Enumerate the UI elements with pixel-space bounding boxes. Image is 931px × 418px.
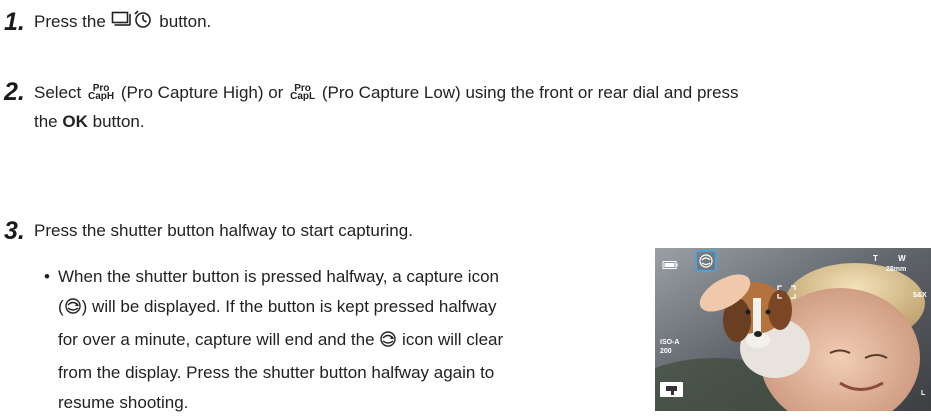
bullet-line-5: resume shooting. [58,393,189,412]
step-number: 2. [4,78,25,106]
pro-capture-high-icon: Pro CapH [87,84,115,102]
capture-icon [64,295,82,325]
flash-icon [660,382,683,397]
capture-icon [379,328,397,358]
bullet-line-1: When the shutter button is pressed halfw… [58,267,499,286]
step-text: Press the shutter button halfway to star… [34,221,413,240]
zoom-indicator: T W [873,254,906,263]
zoom-w: W [898,254,906,263]
battery-icon [662,254,678,274]
bullet-line-2: () will be displayed. If the button is k… [58,292,636,325]
bullet-list-item: • When the shutter button is pressed hal… [44,262,636,418]
zoom-t: T [873,254,878,263]
bullet-dot: • [44,267,50,286]
iso-value: 200 [660,348,672,355]
camera-viewfinder-image: T W 28mm $&X L ISO-A 200 [655,248,931,411]
bullet-line-2-rest: ) will be displayed. If the button is ke… [81,297,497,316]
step-number: 3. [4,217,25,245]
zoom-value: 28mm [886,266,907,273]
ok-label: OK [62,112,88,131]
bullet-line-3: for over a minute, capture will end and … [58,325,636,358]
step-text-line-2: the OK button. [34,108,145,135]
bullet-line-4: from the display. Press the shutter butt… [58,363,495,382]
drive-self-timer-icon [111,9,155,37]
step-text: Select Pro CapH (Pro Capture High) or Pro… [34,79,739,106]
step-2-text-a: Select [34,83,82,102]
step-2-text-e: button. [92,112,145,131]
pro-capture-low-icon: Pro CapL [290,84,316,102]
step-1-text-a: Press the [34,12,106,31]
pro-capture-high-bottom: CapH [87,91,115,102]
right-label-bottom: L [921,390,926,397]
step-2-text-d: the [34,112,58,131]
bullet-line-3-b: icon will clear [402,330,504,349]
step-1-text-b: button. [159,12,212,31]
step-2-text-c: (Pro Capture Low) using the front or rea… [321,83,739,102]
step-number: 1. [4,8,25,36]
capture-icon [695,250,717,272]
bullet-line-3-a: for over a minute, capture will end and … [58,330,375,349]
pro-capture-low-bottom: CapL [290,91,316,102]
step-text: Press the button. [34,8,211,37]
bullet-text: When the shutter button is pressed halfw… [58,262,636,418]
step-2-text-b: (Pro Capture High) or [120,83,284,102]
iso-label: ISO-A [660,339,680,346]
right-label-top: $&X [913,292,927,299]
